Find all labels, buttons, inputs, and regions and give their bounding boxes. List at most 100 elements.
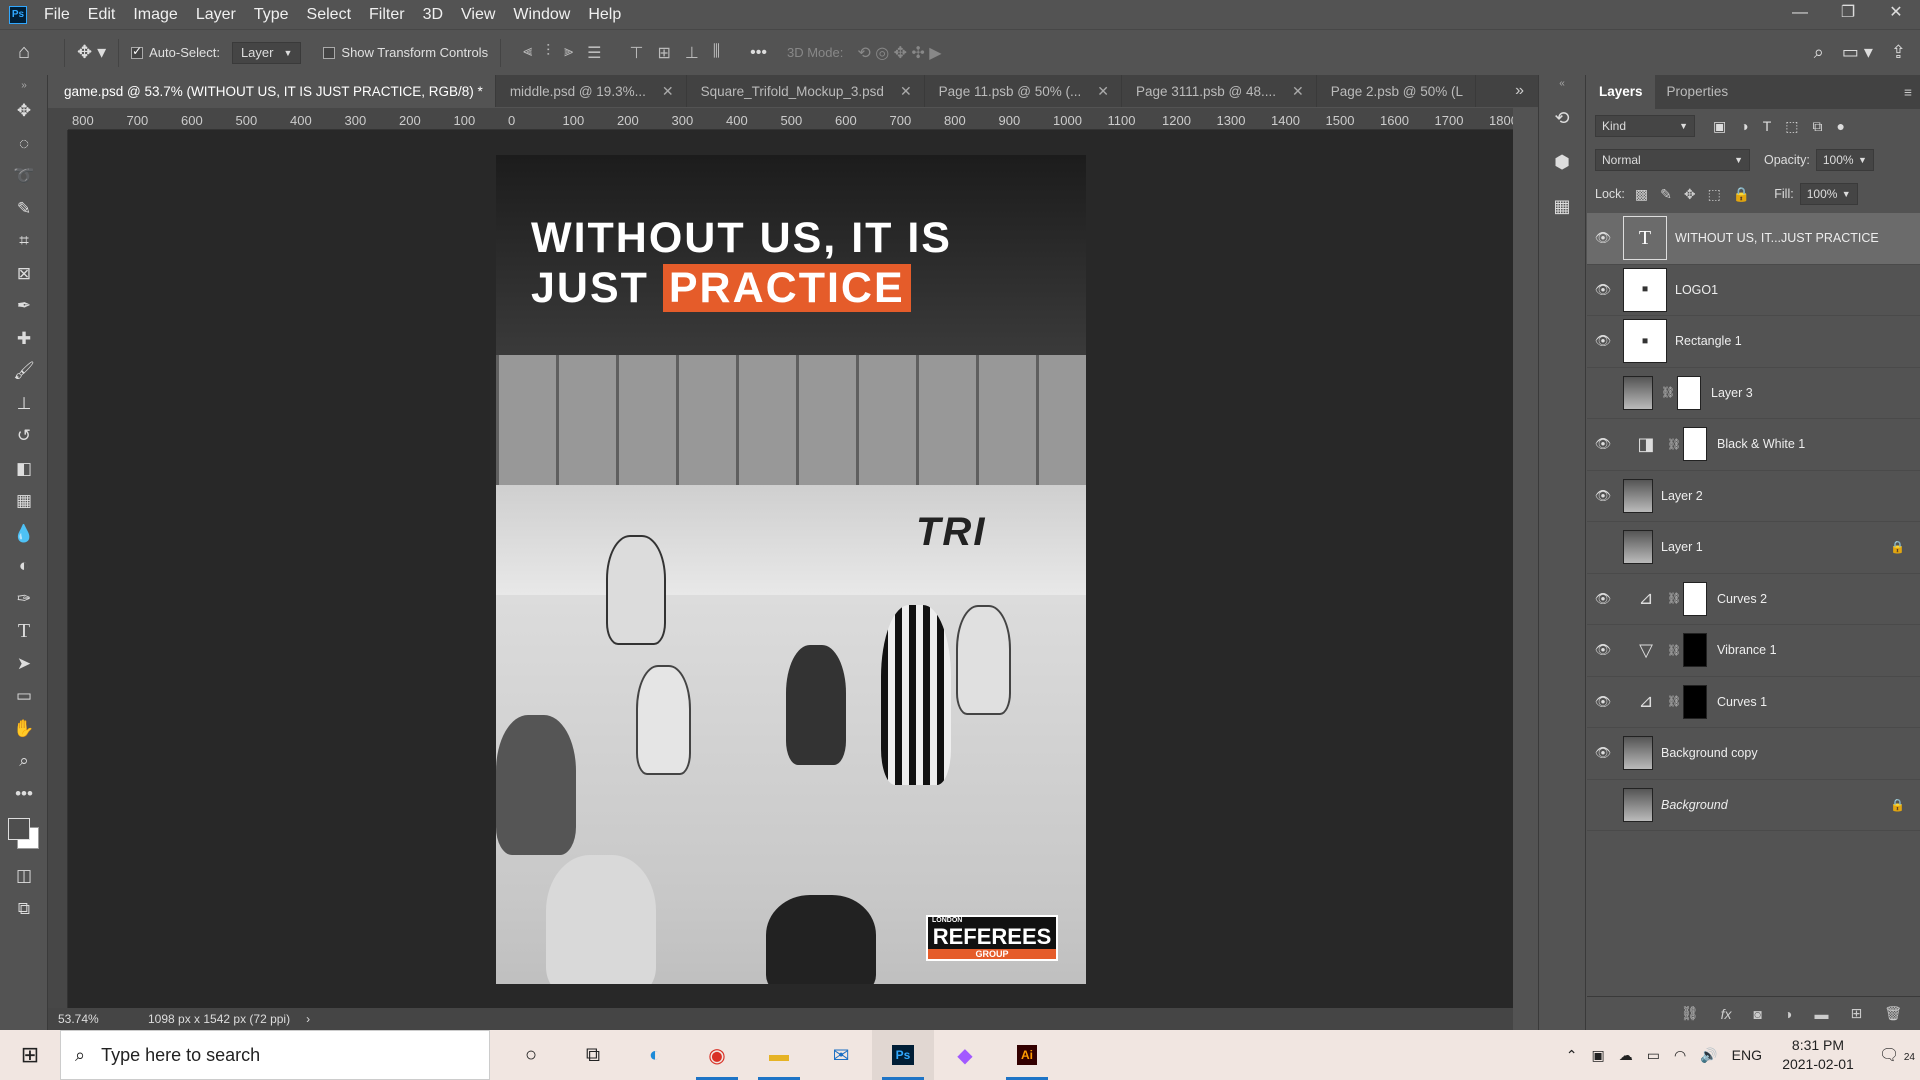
rectangle-tool-icon[interactable]: ▭ <box>0 680 48 713</box>
frame-tool-icon[interactable]: ⊠ <box>0 258 48 291</box>
layer-row[interactable]: 👁 Layer 2 <box>1587 471 1920 522</box>
doc-tab[interactable]: middle.psd @ 19.3%... ✕ <box>496 75 687 107</box>
filter-toggle-icon[interactable]: ● <box>1837 118 1845 135</box>
restore-button[interactable]: ❐ <box>1824 0 1872 29</box>
illustrator-icon[interactable]: Ai <box>996 1030 1058 1080</box>
eye-hidden-icon[interactable]: 👁 <box>1587 539 1619 555</box>
history-brush-tool-icon[interactable]: ↺ <box>0 420 48 453</box>
layer-row[interactable]: 👁 T WITHOUT US, IT...JUST PRACTICE <box>1587 213 1920 265</box>
layer-mask-thumbnail[interactable] <box>1683 581 1707 616</box>
figma-icon[interactable]: ◆ <box>934 1030 996 1080</box>
menu-select[interactable]: Select <box>298 0 360 29</box>
grid-icon[interactable]: ▦ <box>1539 189 1585 223</box>
align-left-icon[interactable]: ⫷ <box>523 43 532 63</box>
adjustment-layer-icon[interactable]: ◑ <box>1784 1006 1792 1022</box>
layer-row[interactable]: 👁 Background 🔒 <box>1587 780 1920 831</box>
adjustment-filter-icon[interactable]: ◑ <box>1740 118 1748 135</box>
tab-layers[interactable]: Layers <box>1587 75 1655 109</box>
type-filter-icon[interactable]: T <box>1763 118 1772 135</box>
healing-tool-icon[interactable]: ✚ <box>0 323 48 356</box>
pen-tool-icon[interactable]: ✑ <box>0 583 48 616</box>
eye-icon[interactable]: 👁 <box>1587 436 1619 452</box>
more-tabs-icon[interactable]: » <box>1515 82 1524 100</box>
eye-icon[interactable]: 👁 <box>1587 591 1619 607</box>
layer-mask-thumbnail[interactable] <box>1683 633 1707 668</box>
taskbar-search[interactable]: ⌕ Type here to search <box>60 1030 490 1080</box>
menu-layer[interactable]: Layer <box>187 0 245 29</box>
doc-tab[interactable]: Page 3111.psb @ 48.... ✕ <box>1122 75 1317 107</box>
layer-row[interactable]: 👁 ⊿ ⛓ Curves 2 <box>1587 574 1920 625</box>
shape-filter-icon[interactable]: ⬚ <box>1785 118 1798 135</box>
layer-row[interactable]: 👁 ▪ LOGO1 <box>1587 265 1920 316</box>
cloud-icon[interactable]: ☁ <box>1619 1047 1633 1064</box>
menu-image[interactable]: Image <box>124 0 186 29</box>
eye-icon[interactable]: 👁 <box>1587 745 1619 761</box>
menu-file[interactable]: File <box>35 0 79 29</box>
close-button[interactable]: ✕ <box>1872 0 1920 29</box>
link-layers-icon[interactable]: ⛓ <box>1681 1005 1699 1022</box>
auto-select-checkbox[interactable] <box>131 44 144 59</box>
chevron-up-icon[interactable]: ⌃ <box>1566 1047 1578 1064</box>
fx-icon[interactable]: fx <box>1721 1006 1732 1022</box>
align-center-icon[interactable]: ⫶ <box>546 43 550 63</box>
new-group-icon[interactable]: ▬ <box>1814 1006 1828 1022</box>
move-tool-preset-icon[interactable]: ✥ ▾ <box>77 42 106 63</box>
brush-tool-icon[interactable]: 🖌 <box>0 355 48 388</box>
layer-mask-thumbnail[interactable] <box>1683 684 1707 719</box>
collapse-icon[interactable]: » <box>0 75 48 95</box>
blend-mode-dropdown[interactable]: Normal ▼ <box>1595 149 1750 171</box>
search-icon[interactable]: ⌕ <box>1814 42 1824 63</box>
lock-position-icon[interactable]: ✥ <box>1684 186 1696 203</box>
image-filter-icon[interactable]: ▣ <box>1713 118 1726 135</box>
gradient-tool-icon[interactable]: ▦ <box>0 485 48 518</box>
menu-window[interactable]: Window <box>504 0 579 29</box>
eye-icon[interactable]: 👁 <box>1587 488 1619 504</box>
link-icon[interactable]: ⛓ <box>1667 695 1681 708</box>
layer-row[interactable]: 👁 Background copy <box>1587 728 1920 780</box>
menu-edit[interactable]: Edit <box>79 0 125 29</box>
home-icon[interactable]: ⌂ <box>18 41 52 64</box>
zoom-level[interactable]: 53.74% <box>48 1012 138 1026</box>
close-icon[interactable]: ✕ <box>900 83 912 100</box>
menu-help[interactable]: Help <box>579 0 630 29</box>
type-tool-icon[interactable]: T <box>0 615 48 648</box>
battery-icon[interactable]: ▭ <box>1647 1047 1660 1064</box>
windows-start-icon[interactable]: ⊞ <box>0 1042 60 1068</box>
menu-3d[interactable]: 3D <box>414 0 452 29</box>
vertical-ruler[interactable] <box>48 130 68 1010</box>
link-icon[interactable]: ⛓ <box>1667 438 1681 451</box>
3d-orbit-icon[interactable]: ⟲ ◎ ✥ ✣ ▶ <box>857 43 941 63</box>
add-mask-icon[interactable]: ◙ <box>1754 1006 1762 1022</box>
task-view-icon[interactable]: ⧉ <box>562 1030 624 1080</box>
eraser-tool-icon[interactable]: ◧ <box>0 453 48 486</box>
chrome-icon[interactable]: ◉ <box>686 1030 748 1080</box>
quick-mask-icon[interactable]: ◫ <box>0 860 48 893</box>
more-options-button[interactable]: ••• <box>750 44 767 62</box>
close-icon[interactable]: ✕ <box>662 83 674 100</box>
eye-icon[interactable]: 👁 <box>1587 230 1619 246</box>
link-icon[interactable]: ⛓ <box>1667 644 1681 657</box>
eyedropper-tool-icon[interactable]: ✒ <box>0 290 48 323</box>
fill-field[interactable]: 100% ▼ <box>1799 183 1858 205</box>
opacity-field[interactable]: 100% ▼ <box>1815 149 1874 171</box>
menu-type[interactable]: Type <box>245 0 298 29</box>
history-icon[interactable]: ⟲ <box>1539 101 1585 135</box>
eye-icon[interactable]: 👁 <box>1587 333 1619 349</box>
lasso-tool-icon[interactable]: ➰ <box>0 160 48 193</box>
distribute-vertical-icon[interactable]: ⫼ <box>713 43 720 63</box>
minimize-button[interactable]: — <box>1776 0 1824 29</box>
more-tools-icon[interactable]: ••• <box>0 778 48 811</box>
align-middle-icon[interactable]: ⊞ <box>657 43 670 63</box>
wifi-icon[interactable]: ◠ <box>1674 1047 1686 1064</box>
screen-mode-icon[interactable]: ⧉ <box>0 893 48 926</box>
layer-mask-thumbnail[interactable] <box>1683 427 1707 462</box>
link-icon[interactable]: ⛓ <box>1661 386 1675 399</box>
mail-icon[interactable]: ✉ <box>810 1030 872 1080</box>
eye-hidden-icon[interactable]: 👁 <box>1587 797 1619 813</box>
volume-icon[interactable]: 🔊 <box>1700 1047 1717 1064</box>
foreground-color[interactable] <box>8 818 30 840</box>
auto-select-target-dropdown[interactable]: Layer ▼ <box>231 41 302 64</box>
quick-select-tool-icon[interactable]: ✎ <box>0 193 48 226</box>
align-right-icon[interactable]: ⫸ <box>564 43 573 63</box>
color-swatches[interactable] <box>0 810 48 860</box>
